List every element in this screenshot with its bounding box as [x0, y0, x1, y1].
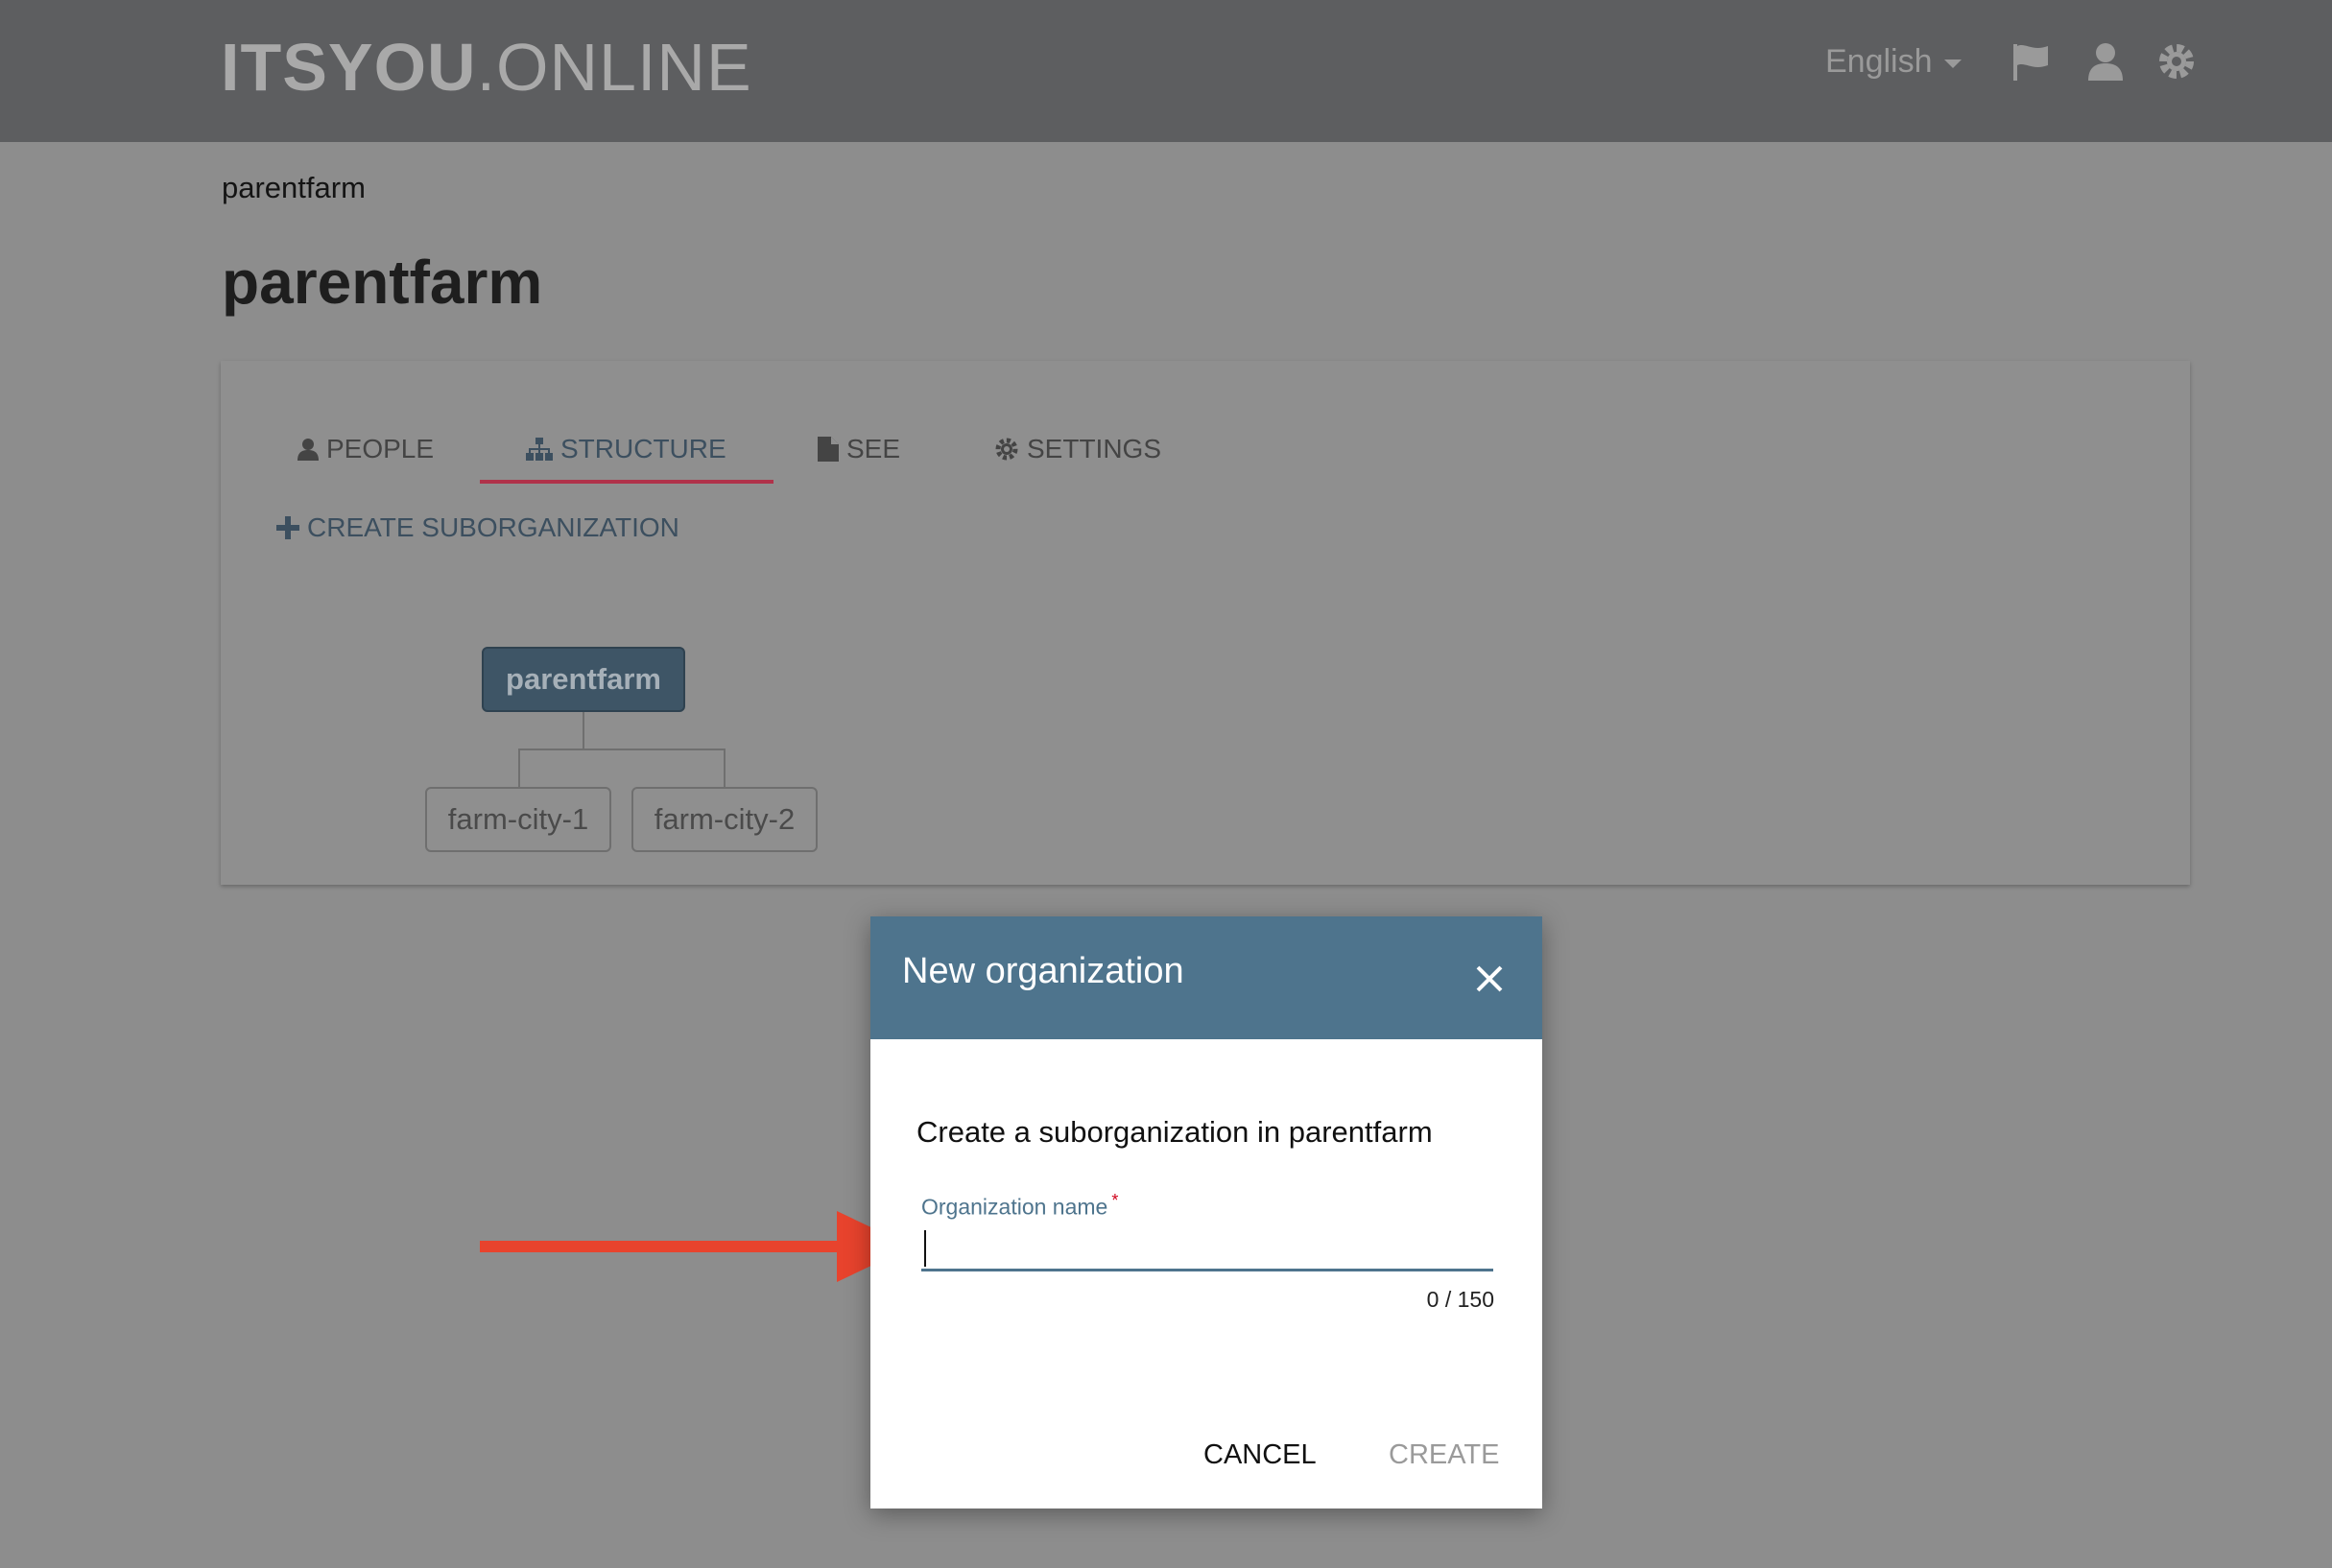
cancel-button[interactable]: CANCEL — [1203, 1439, 1317, 1471]
flag-icon[interactable] — [2010, 40, 2052, 83]
page-title: parentfarm — [222, 248, 543, 317]
plus-icon — [276, 516, 299, 539]
tree-node-child[interactable]: farm-city-2 — [631, 787, 818, 852]
user-icon[interactable] — [2084, 40, 2127, 83]
gear-icon[interactable] — [2155, 40, 2198, 83]
tab-structure[interactable]: STRUCTURE — [526, 420, 726, 478]
dialog-description: Create a suborganization in parentfarm — [916, 1115, 1433, 1149]
tab-people[interactable]: PEOPLE — [297, 420, 434, 478]
sitemap-icon — [526, 438, 553, 461]
dialog-title: New organization — [902, 951, 1184, 991]
top-navbar: ITSYOU.ONLINE English — [0, 0, 2332, 142]
language-label: English — [1825, 43, 1933, 80]
text-cursor — [924, 1230, 926, 1267]
breadcrumb[interactable]: parentfarm — [222, 171, 366, 205]
gear-icon — [995, 438, 1018, 461]
create-button[interactable]: CREATE — [1389, 1439, 1499, 1471]
language-dropdown[interactable]: English — [1825, 40, 1962, 83]
organization-name-label-text: Organization name — [921, 1194, 1108, 1220]
tab-see[interactable]: SEE — [818, 420, 900, 478]
tree-node-root[interactable]: parentfarm — [482, 647, 685, 712]
new-organization-dialog: New organization Create a suborganizatio… — [870, 916, 1542, 1509]
tree-node-child[interactable]: farm-city-1 — [425, 787, 611, 852]
tab-people-label: PEOPLE — [326, 434, 435, 463]
tab-see-label: SEE — [846, 434, 901, 463]
create-suborganization-button[interactable]: CREATE SUBORGANIZATION — [276, 512, 679, 543]
tree-connector — [518, 748, 520, 787]
person-icon — [297, 439, 319, 461]
caret-down-icon — [1943, 59, 1962, 68]
dialog-header: New organization — [870, 916, 1542, 1039]
tree-connector — [518, 748, 726, 750]
tree-connector — [724, 748, 726, 787]
tab-settings-label: SETTINGS — [1027, 434, 1162, 463]
organization-name-input[interactable] — [921, 1225, 1493, 1271]
tab-structure-label: STRUCTURE — [560, 434, 726, 463]
close-icon[interactable] — [1472, 962, 1507, 996]
brand-bold-text: ITSYOU — [221, 30, 477, 105]
document-icon — [818, 437, 839, 462]
tree-connector — [583, 712, 584, 748]
active-tab-indicator — [480, 480, 773, 484]
character-counter: 0 / 150 — [1426, 1287, 1494, 1312]
organization-name-label: Organization name * — [921, 1191, 1118, 1221]
annotation-arrow-icon — [480, 1211, 912, 1282]
organization-card: PEOPLE STRUCTURE SEE SETTINGS CREATE SUB… — [221, 361, 2190, 885]
required-marker: * — [1111, 1191, 1119, 1210]
tab-settings[interactable]: SETTINGS — [994, 420, 1161, 478]
brand-logo[interactable]: ITSYOU.ONLINE — [221, 29, 752, 106]
brand-light-text: .ONLINE — [476, 30, 752, 105]
create-suborganization-label: CREATE SUBORGANIZATION — [307, 512, 679, 542]
